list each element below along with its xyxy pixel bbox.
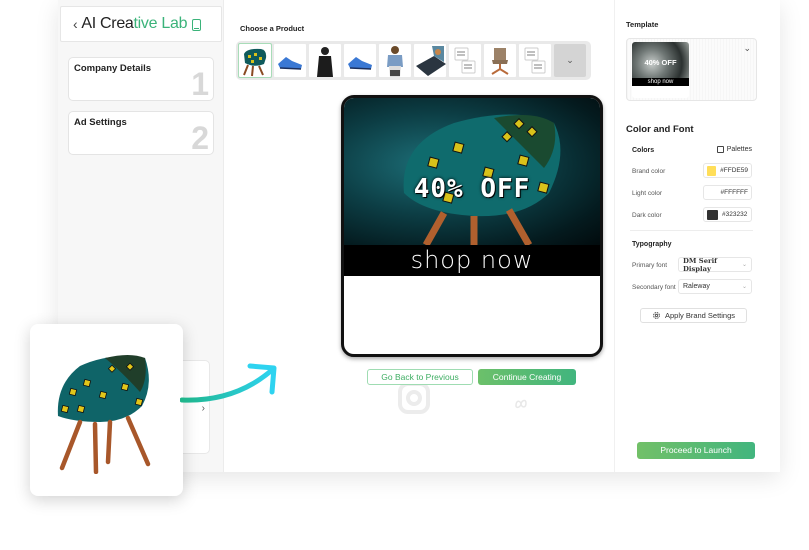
go-back-button[interactable]: Go Back to Previous (367, 369, 473, 385)
dark-color-field[interactable]: #323232 (703, 207, 752, 222)
step-ad-settings[interactable]: Ad Settings 2 (68, 111, 214, 155)
palette-icon (716, 146, 724, 153)
secondary-font-select[interactable]: Raleway ⌄ (678, 279, 752, 294)
more-products-button[interactable]: ⌄ (554, 44, 586, 77)
secondary-font-label: Secondary font (632, 284, 676, 291)
app-title-part1: AI Crea (81, 15, 134, 32)
color-font-title: Color and Font (626, 124, 694, 135)
ad-product-image: 40% OFF (344, 98, 600, 245)
product-thumb-woman-bag[interactable] (379, 44, 411, 77)
light-color-value: #FFFFFF (720, 189, 748, 196)
brand-color-label: Brand color (632, 168, 666, 175)
primary-font-value: DM Serif Display (683, 256, 718, 273)
product-thumb-sneaker[interactable] (274, 44, 306, 77)
brand-color-value: #FFDE59 (720, 167, 748, 174)
template-select[interactable]: 40% OFF shop now ⌄ (626, 38, 757, 101)
armchair-product-image (57, 355, 151, 474)
product-thumb-sneaker[interactable] (344, 44, 376, 77)
proceed-to-launch-button[interactable]: Proceed to Launch (637, 442, 755, 459)
chevron-left-icon[interactable]: ‹ (73, 16, 78, 32)
primary-font-label: Primary font (632, 262, 668, 269)
step-company-details[interactable]: Company Details 1 (68, 57, 214, 101)
main-content: Choose a Product ⌄ 40% OFF shop now Go B… (224, 0, 614, 472)
dark-color-value: #323232 (722, 211, 748, 218)
light-color-field[interactable]: #FFFFFF (703, 185, 752, 200)
app-title-part2: tive Lab (133, 15, 188, 32)
light-color-label: Light color (632, 190, 662, 197)
secondary-font-value: Raleway (683, 283, 710, 290)
primary-font-select[interactable]: DM Serif Display ⌄ (678, 256, 752, 273)
product-thumb-swivel-chair[interactable] (484, 44, 516, 77)
brand-color-field[interactable]: #FFDE59 (703, 163, 752, 178)
source-product-card (30, 324, 183, 496)
palettes-button[interactable]: Palettes (716, 146, 752, 153)
product-thumb-mugs[interactable] (519, 44, 551, 77)
template-offer-text: 40% OFF (644, 58, 677, 67)
dark-color-swatch[interactable] (707, 209, 718, 220)
chevron-down-icon: ⌄ (566, 55, 574, 65)
mobile-device-icon (192, 19, 202, 31)
chevron-down-icon[interactable]: ⌄ (743, 43, 751, 54)
product-thumb-laptop[interactable] (414, 44, 446, 77)
product-thumb-jacket-model[interactable] (309, 44, 341, 77)
template-cta-text: shop now (632, 78, 689, 86)
colors-label: Colors (632, 147, 655, 154)
typography-label: Typography (632, 241, 672, 248)
product-strip: ⌄ (236, 41, 591, 80)
meta-watermark-icon (515, 399, 527, 409)
step-number: 2 (191, 120, 209, 156)
step-number: 1 (191, 66, 209, 102)
light-color-swatch[interactable] (707, 187, 717, 198)
section-divider (630, 230, 753, 231)
ad-cta-text: shop now (344, 245, 600, 276)
chevron-down-icon: ⌄ (741, 262, 747, 268)
choose-product-label: Choose a Product (240, 24, 305, 33)
chevron-down-icon: ⌄ (741, 284, 747, 290)
ad-preview: 40% OFF shop now (341, 95, 603, 357)
brand-color-swatch[interactable] (707, 165, 717, 176)
app-header[interactable]: ‹ AI Crea tive Lab (60, 6, 222, 42)
template-thumbnail: 40% OFF shop now (632, 42, 689, 98)
product-thumb-mugs[interactable] (449, 44, 481, 77)
template-label: Template (626, 20, 659, 29)
curved-arrow-icon (180, 363, 277, 403)
continue-creating-button[interactable]: Continue Creating (478, 369, 576, 385)
preview-actions: Go Back to Previous Continue Creating (367, 369, 576, 385)
settings-panel: Template 40% OFF shop now ⌄ Color and Fo… (614, 0, 780, 472)
step-label: Company Details (74, 63, 152, 74)
apply-brand-settings-button[interactable]: Apply Brand Settings (640, 308, 747, 323)
palettes-label: Palettes (726, 146, 752, 153)
gear-icon (653, 312, 660, 319)
step-label: Ad Settings (74, 117, 127, 128)
product-thumb-armchair[interactable] (238, 43, 272, 78)
ad-offer-text: 40% OFF (413, 174, 531, 204)
instagram-watermark-icon (398, 382, 430, 414)
apply-brand-settings-label: Apply Brand Settings (664, 311, 736, 320)
dark-color-label: Dark color (632, 212, 662, 219)
stage: ‹ AI Crea tive Lab Company Details 1 Ad S… (0, 0, 809, 550)
